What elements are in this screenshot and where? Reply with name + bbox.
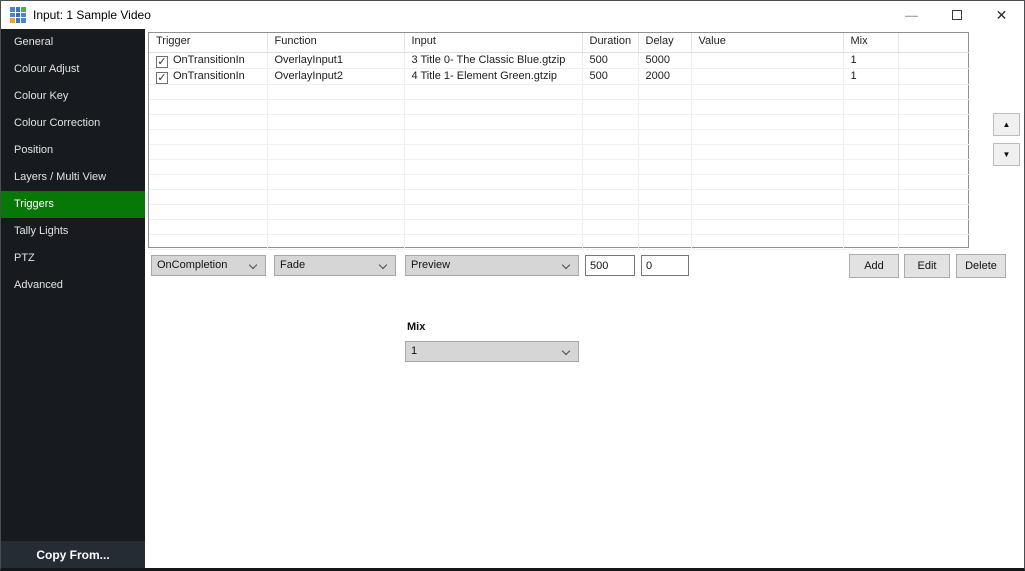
empty-table-row (149, 219, 970, 234)
cell-extra (898, 52, 970, 68)
chevron-down-icon (562, 261, 570, 269)
table-row[interactable]: ✓OnTransitionInOverlayInput13 Title 0- T… (149, 52, 970, 68)
column-header-duration[interactable]: Duration (582, 33, 638, 52)
table-row[interactable]: ✓OnTransitionInOverlayInput24 Title 1- E… (149, 68, 970, 84)
function-select[interactable]: Fade (274, 255, 396, 276)
cell-value (691, 52, 843, 68)
cell-function: OverlayInput2 (267, 68, 404, 84)
column-header-value[interactable]: Value (691, 33, 843, 52)
column-header[interactable] (898, 33, 970, 52)
input-select[interactable]: Preview (405, 255, 579, 276)
move-up-button[interactable]: ▲ (993, 113, 1020, 136)
chevron-down-icon (379, 261, 387, 269)
chevron-down-icon (562, 347, 570, 355)
chevron-down-icon (249, 261, 257, 269)
cell-function: OverlayInput1 (267, 52, 404, 68)
sidebar-item-layers-multi-view[interactable]: Layers / Multi View (1, 164, 145, 191)
maximize-icon (952, 10, 962, 20)
sidebar-item-advanced[interactable]: Advanced (1, 272, 145, 299)
sidebar-item-ptz[interactable]: PTZ (1, 245, 145, 272)
close-button[interactable]: ✕ (979, 1, 1024, 29)
cell-extra (898, 68, 970, 84)
sidebar-item-colour-key[interactable]: Colour Key (1, 83, 145, 110)
empty-table-row (149, 189, 970, 204)
cell-mix: 1 (843, 52, 898, 68)
cell-trigger: ✓OnTransitionIn (149, 68, 267, 84)
sidebar-item-general[interactable]: General (1, 29, 145, 56)
empty-table-row (149, 114, 970, 129)
empty-table-row (149, 99, 970, 114)
copy-from-button[interactable]: Copy From... (1, 541, 145, 569)
add-button[interactable]: Add (849, 254, 899, 278)
empty-table-row (149, 174, 970, 189)
triggers-table: TriggerFunctionInputDurationDelayValueMi… (149, 33, 970, 250)
column-header-trigger[interactable]: Trigger (149, 33, 267, 52)
trigger-checkbox[interactable]: ✓ (156, 56, 168, 68)
input-select-value: Preview (411, 259, 450, 271)
duration-input[interactable] (585, 255, 635, 276)
minimize-button[interactable]: — (889, 1, 934, 29)
edit-button[interactable]: Edit (904, 254, 950, 278)
maximize-button[interactable] (934, 1, 979, 29)
trigger-checkbox[interactable]: ✓ (156, 72, 168, 84)
cell-delay: 5000 (638, 52, 691, 68)
sidebar: GeneralColour AdjustColour KeyColour Cor… (1, 29, 145, 569)
cell-input: 3 Title 0- The Classic Blue.gtzip (404, 52, 582, 68)
sidebar-item-colour-adjust[interactable]: Colour Adjust (1, 56, 145, 83)
mix-select-value: 1 (411, 345, 417, 357)
trigger-select-value: OnCompletion (157, 259, 227, 271)
empty-table-row (149, 204, 970, 219)
move-down-button[interactable]: ▼ (993, 143, 1020, 166)
window-controls: — ✕ (889, 1, 1024, 29)
cell-duration: 500 (582, 68, 638, 84)
cell-value (691, 68, 843, 84)
cell-input: 4 Title 1- Element Green.gtzip (404, 68, 582, 84)
column-header-mix[interactable]: Mix (843, 33, 898, 52)
column-header-input[interactable]: Input (404, 33, 582, 52)
app-icon (10, 7, 26, 23)
column-header-delay[interactable]: Delay (638, 33, 691, 52)
sidebar-item-triggers[interactable]: Triggers (1, 191, 145, 218)
triggers-table-container: TriggerFunctionInputDurationDelayValueMi… (148, 32, 969, 248)
delete-button[interactable]: Delete (956, 254, 1006, 278)
column-header-function[interactable]: Function (267, 33, 404, 52)
cell-duration: 500 (582, 52, 638, 68)
delay-input[interactable] (641, 255, 689, 276)
table-header-row: TriggerFunctionInputDurationDelayValueMi… (149, 33, 970, 52)
sidebar-item-colour-correction[interactable]: Colour Correction (1, 110, 145, 137)
cell-trigger: ✓OnTransitionIn (149, 52, 267, 68)
empty-table-row (149, 129, 970, 144)
function-select-value: Fade (280, 259, 305, 271)
titlebar: Input: 1 Sample Video — ✕ (1, 1, 1024, 29)
sidebar-item-tally-lights[interactable]: Tally Lights (1, 218, 145, 245)
window-title: Input: 1 Sample Video (33, 8, 151, 22)
trigger-select[interactable]: OnCompletion (151, 255, 266, 276)
sidebar-items: GeneralColour AdjustColour KeyColour Cor… (1, 29, 145, 299)
sidebar-item-position[interactable]: Position (1, 137, 145, 164)
input-settings-window: Input: 1 Sample Video — ✕ GeneralColour … (0, 0, 1025, 571)
empty-table-row (149, 234, 970, 249)
empty-table-row (149, 84, 970, 99)
mix-label: Mix (407, 321, 425, 333)
empty-table-row (149, 144, 970, 159)
cell-mix: 1 (843, 68, 898, 84)
cell-delay: 2000 (638, 68, 691, 84)
empty-table-row (149, 159, 970, 174)
mix-select[interactable]: 1 (405, 341, 579, 362)
